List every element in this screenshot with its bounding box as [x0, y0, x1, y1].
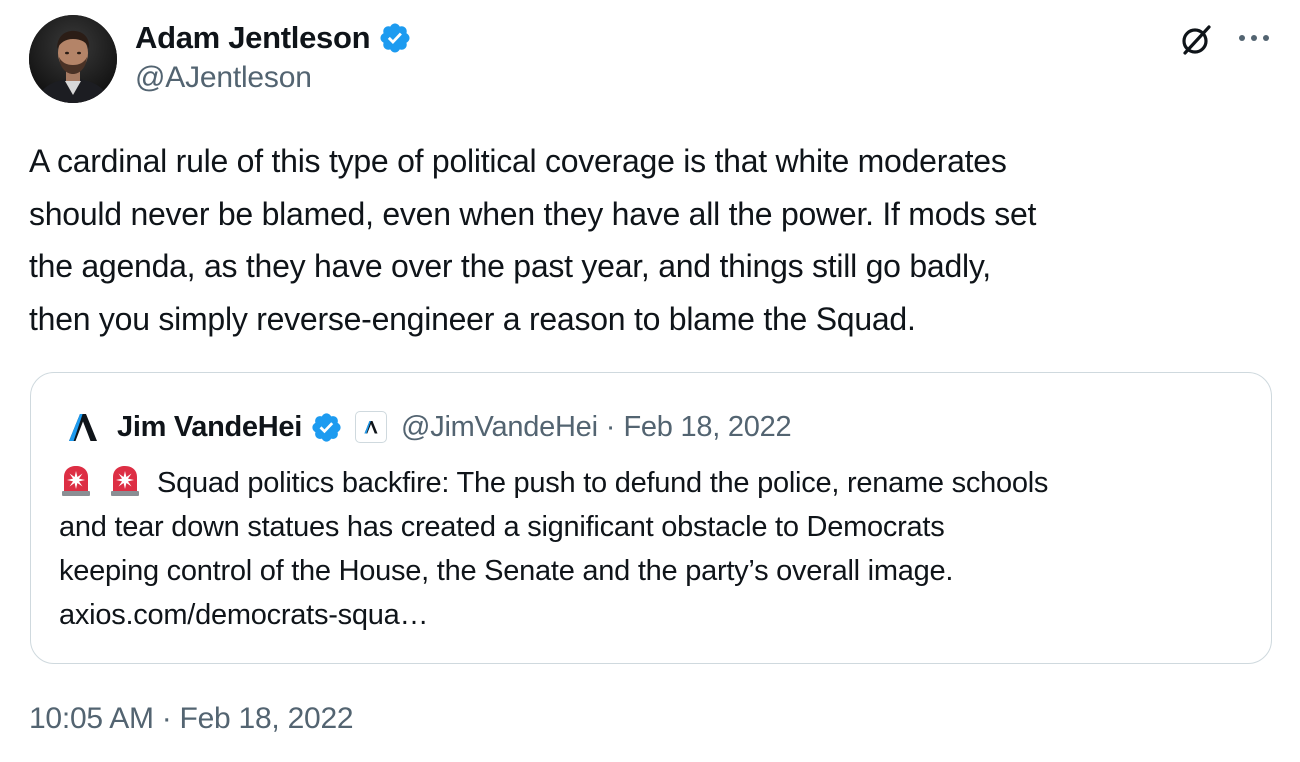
- quoted-tweet-text: Squad politics backfire: The push to def…: [59, 461, 1255, 637]
- quoted-text-line: keeping control of the House, the Senate…: [59, 555, 954, 587]
- avatar-photo: [29, 15, 117, 103]
- grok-icon[interactable]: [1176, 21, 1214, 59]
- siren-emoji-icon: [111, 466, 139, 496]
- quoted-text-line: and tear down statues has created a sign…: [59, 511, 945, 543]
- axios-mini-logo-icon: [364, 421, 378, 434]
- axios-affiliation-badge-icon[interactable]: [355, 411, 387, 443]
- tweet-text-line: A cardinal rule of this type of politica…: [29, 143, 1007, 179]
- tweet-date[interactable]: Feb 18, 2022: [180, 702, 354, 736]
- quoted-tweet-date[interactable]: Feb 18, 2022: [623, 411, 791, 444]
- author-handle[interactable]: @AJentleson: [135, 61, 312, 95]
- tweet-time[interactable]: 10:05 AM: [29, 702, 154, 736]
- quoted-author-handle[interactable]: @JimVandeHei: [401, 411, 598, 444]
- tweet-text-line: the agenda, as they have over the past y…: [29, 248, 991, 284]
- siren-emoji-icon: [62, 466, 90, 496]
- quoted-text-line: Squad politics backfire: The push to def…: [157, 467, 1049, 499]
- tweet-text-line: then you simply reverse-engineer a reaso…: [29, 300, 916, 337]
- timestamp-row: 10:05 AM · Feb 18, 2022: [29, 702, 354, 736]
- verified-badge-icon: [312, 412, 341, 442]
- tweet: Adam Jentleson @AJentleson A cardinal ru…: [0, 0, 1300, 762]
- quoted-tweet-header: Jim VandeHei @JimVandeHei · Feb 18, 2022: [65, 407, 792, 447]
- verified-badge-icon: [380, 23, 410, 53]
- more-icon[interactable]: [1236, 26, 1272, 50]
- quoted-tweet-card[interactable]: Jim VandeHei @JimVandeHei · Feb 18, 2022: [30, 372, 1272, 664]
- tweet-text-line: should never be blamed, even when they h…: [29, 195, 1037, 232]
- separator-dot: ·: [161, 702, 172, 735]
- separator-dot: ·: [605, 410, 616, 443]
- article-link[interactable]: axios.com/democrats-squa…: [59, 599, 429, 631]
- author-name-row: Adam Jentleson: [135, 18, 412, 58]
- axios-logo-icon: [69, 414, 97, 441]
- tweet-text: A cardinal rule of this type of politica…: [29, 135, 1269, 345]
- avatar[interactable]: [29, 15, 117, 103]
- quoted-author-name[interactable]: Jim VandeHei: [117, 411, 302, 444]
- author-name[interactable]: Adam Jentleson: [135, 20, 371, 56]
